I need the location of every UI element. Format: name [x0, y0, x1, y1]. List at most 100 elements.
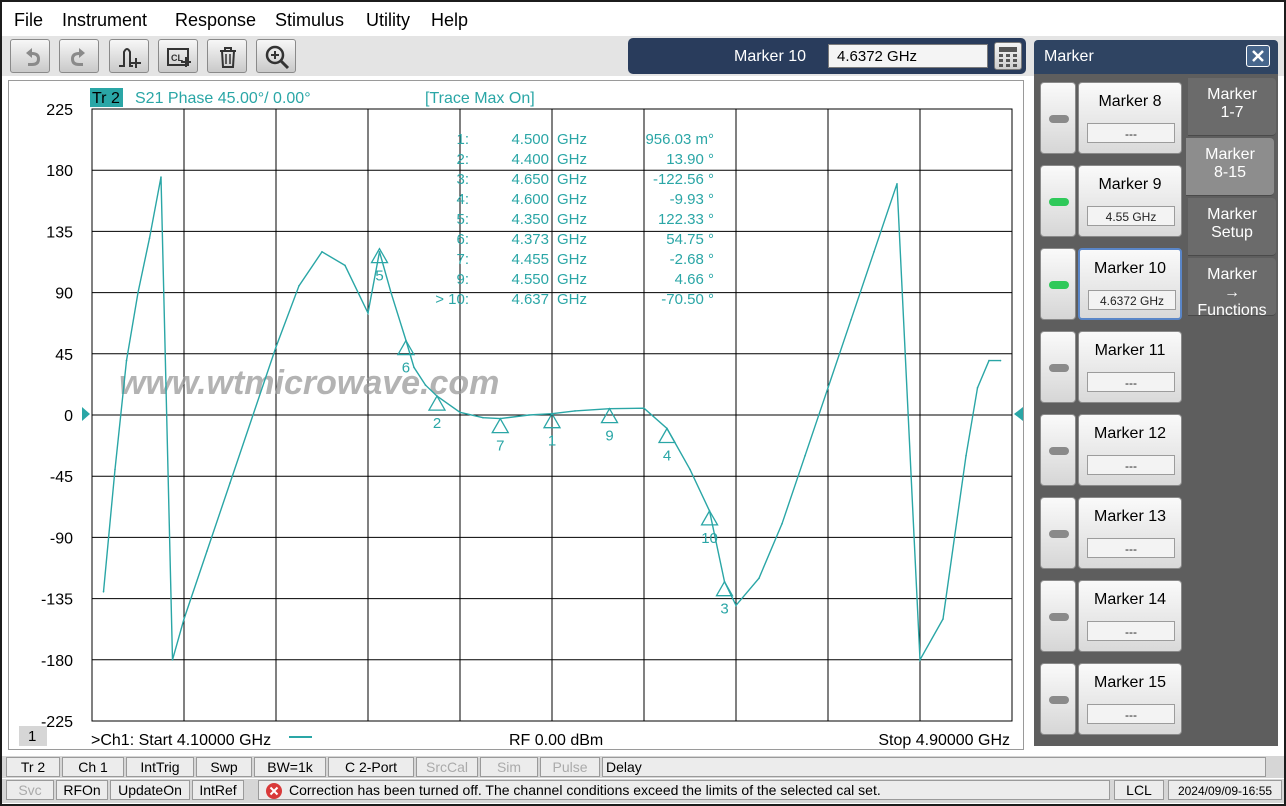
marker-label-10: 10: [701, 530, 718, 547]
status-rfon[interactable]: RFOn: [56, 780, 108, 800]
tab-label-line2: Setup: [1211, 224, 1253, 241]
marker-table-value: -9.93 °: [670, 191, 714, 208]
menu-help[interactable]: Help: [431, 10, 468, 31]
marker-button-label: Marker 14: [1093, 591, 1167, 608]
marker-triangle-4[interactable]: [657, 427, 677, 444]
marker-value-input[interactable]: 4.6372 GHz: [828, 44, 988, 68]
status-sim[interactable]: Sim: [480, 757, 538, 777]
marker-toggle-9[interactable]: [1040, 165, 1076, 237]
menu-bar: File Instrument Response Stimulus Utilit…: [0, 0, 1286, 36]
marker-table-freq: 4.455: [511, 251, 549, 268]
marker-button-10[interactable]: Marker 10 4.6372 GHz: [1078, 248, 1182, 320]
marker-table-unit: GHz: [557, 151, 587, 168]
tab-marker-8-15[interactable]: Marker 8-15: [1186, 138, 1274, 196]
marker-table-number: 6:: [456, 231, 469, 248]
status-swp[interactable]: Swp: [196, 757, 252, 777]
redo-button[interactable]: [59, 39, 99, 73]
status-updateon[interactable]: UpdateOn: [110, 780, 190, 800]
marker-label-7: 7: [496, 438, 504, 455]
status-delay[interactable]: Delay: [602, 757, 1266, 777]
tab-label-line2: 8-15: [1213, 164, 1247, 181]
keypad-button[interactable]: [994, 42, 1022, 70]
marker-button-8[interactable]: Marker 8 ---: [1078, 82, 1182, 154]
marker-triangle-5[interactable]: [370, 247, 389, 264]
marker-label-1: 1: [548, 433, 556, 450]
trace-point: [413, 366, 415, 369]
delete-button[interactable]: [207, 39, 247, 73]
y-tick-label: -45: [50, 469, 73, 486]
menu-file[interactable]: File: [14, 10, 43, 31]
status-tr-2[interactable]: Tr 2: [6, 757, 60, 777]
marker-toggle-11[interactable]: [1040, 331, 1076, 403]
marker-toggle-13[interactable]: [1040, 497, 1076, 569]
trace-point: [424, 384, 427, 386]
undo-button[interactable]: [10, 39, 50, 73]
marker-toggle-14[interactable]: [1040, 580, 1076, 652]
menu-instrument[interactable]: Instrument: [62, 10, 147, 31]
rf-power[interactable]: RF 0.00 dBm: [509, 732, 603, 749]
reference-left-arrow[interactable]: [82, 407, 90, 421]
marker-toggle-10[interactable]: [1040, 248, 1076, 320]
close-button[interactable]: [1246, 45, 1270, 67]
status-message-text: Correction has been turned off. The chan…: [289, 782, 881, 798]
marker-button-15[interactable]: Marker 15 ---: [1078, 663, 1182, 735]
marker-button-13[interactable]: Marker 13 ---: [1078, 497, 1182, 569]
close-icon: [1252, 50, 1264, 62]
status-c-2-port[interactable]: C 2-Port: [328, 757, 414, 777]
status-pulse[interactable]: Pulse: [540, 757, 600, 777]
marker-button-9[interactable]: Marker 9 4.55 GHz: [1078, 165, 1182, 237]
marker-table-unit: GHz: [557, 271, 587, 288]
marker-triangle-9[interactable]: [600, 407, 619, 424]
marker-button-value: 4.6372 GHz: [1088, 290, 1176, 310]
marker-button-11[interactable]: Marker 11 ---: [1078, 331, 1182, 403]
stop-frequency[interactable]: Stop 4.90000 GHz: [878, 732, 1010, 749]
trace-point: [781, 523, 783, 525]
marker-toggle-8[interactable]: [1040, 82, 1076, 154]
status-inttrig[interactable]: IntTrig: [126, 757, 194, 777]
marker-button-14[interactable]: Marker 14 ---: [1078, 580, 1182, 652]
marker-toggle-12[interactable]: [1040, 414, 1076, 486]
marker-button-value: 4.55 GHz: [1087, 206, 1175, 226]
marker-table-unit: GHz: [557, 251, 587, 268]
zoom-button[interactable]: [256, 39, 296, 73]
marker-table-number: 3:: [456, 171, 469, 188]
trace-params[interactable]: S21 Phase 45.00°/ 0.00°: [135, 90, 311, 107]
status-led: [1049, 613, 1069, 621]
marker-label-6: 6: [402, 360, 410, 377]
trace-point: [183, 618, 185, 620]
lcl-indicator[interactable]: LCL: [1114, 780, 1164, 800]
add-marker-icon: [119, 48, 141, 68]
undo-icon: [26, 48, 40, 66]
marker-toggle-15[interactable]: [1040, 663, 1076, 735]
cal-button[interactable]: CL: [158, 39, 198, 73]
marker-label-2: 2: [433, 415, 441, 432]
tab-marker-functions[interactable]: Marker → Functions: [1188, 258, 1276, 319]
status-bw-1k[interactable]: BW=1k: [254, 757, 326, 777]
marker-button-12[interactable]: Marker 12 ---: [1078, 414, 1182, 486]
reference-right-arrow[interactable]: [1014, 407, 1023, 421]
marker-table-number: 5:: [456, 211, 469, 228]
trace-point: [919, 659, 921, 661]
trace-point: [367, 312, 369, 314]
menu-utility[interactable]: Utility: [366, 10, 410, 31]
tab-marker-1-7[interactable]: Marker 1-7: [1188, 78, 1276, 136]
marker-table-number: > 10:: [435, 291, 469, 308]
tab-marker-setup[interactable]: Marker Setup: [1188, 198, 1276, 256]
marker-table-value: 122.33 °: [658, 211, 714, 228]
marker-table-unit: GHz: [557, 291, 587, 308]
trace-point: [102, 591, 105, 593]
start-frequency[interactable]: >Ch1: Start 4.10000 GHz: [91, 732, 271, 749]
trace-point: [988, 359, 990, 362]
menu-stimulus[interactable]: Stimulus: [275, 10, 344, 31]
menu-response[interactable]: Response: [175, 10, 256, 31]
phase-chart[interactable]: 22518013590450-45-90-135-180-225 www.wtm…: [9, 81, 1023, 749]
status-ch-1[interactable]: Ch 1: [62, 757, 124, 777]
status-svc[interactable]: Svc: [6, 780, 54, 800]
status-intref[interactable]: IntRef: [192, 780, 244, 800]
marker-triangle-7[interactable]: [491, 417, 510, 434]
marker-table-number: 4:: [456, 191, 469, 208]
add-marker-button[interactable]: [109, 39, 149, 73]
trace-point: [528, 414, 530, 416]
marker-button-label: Marker 15: [1093, 674, 1167, 691]
status-srccal[interactable]: SrcCal: [416, 757, 478, 777]
